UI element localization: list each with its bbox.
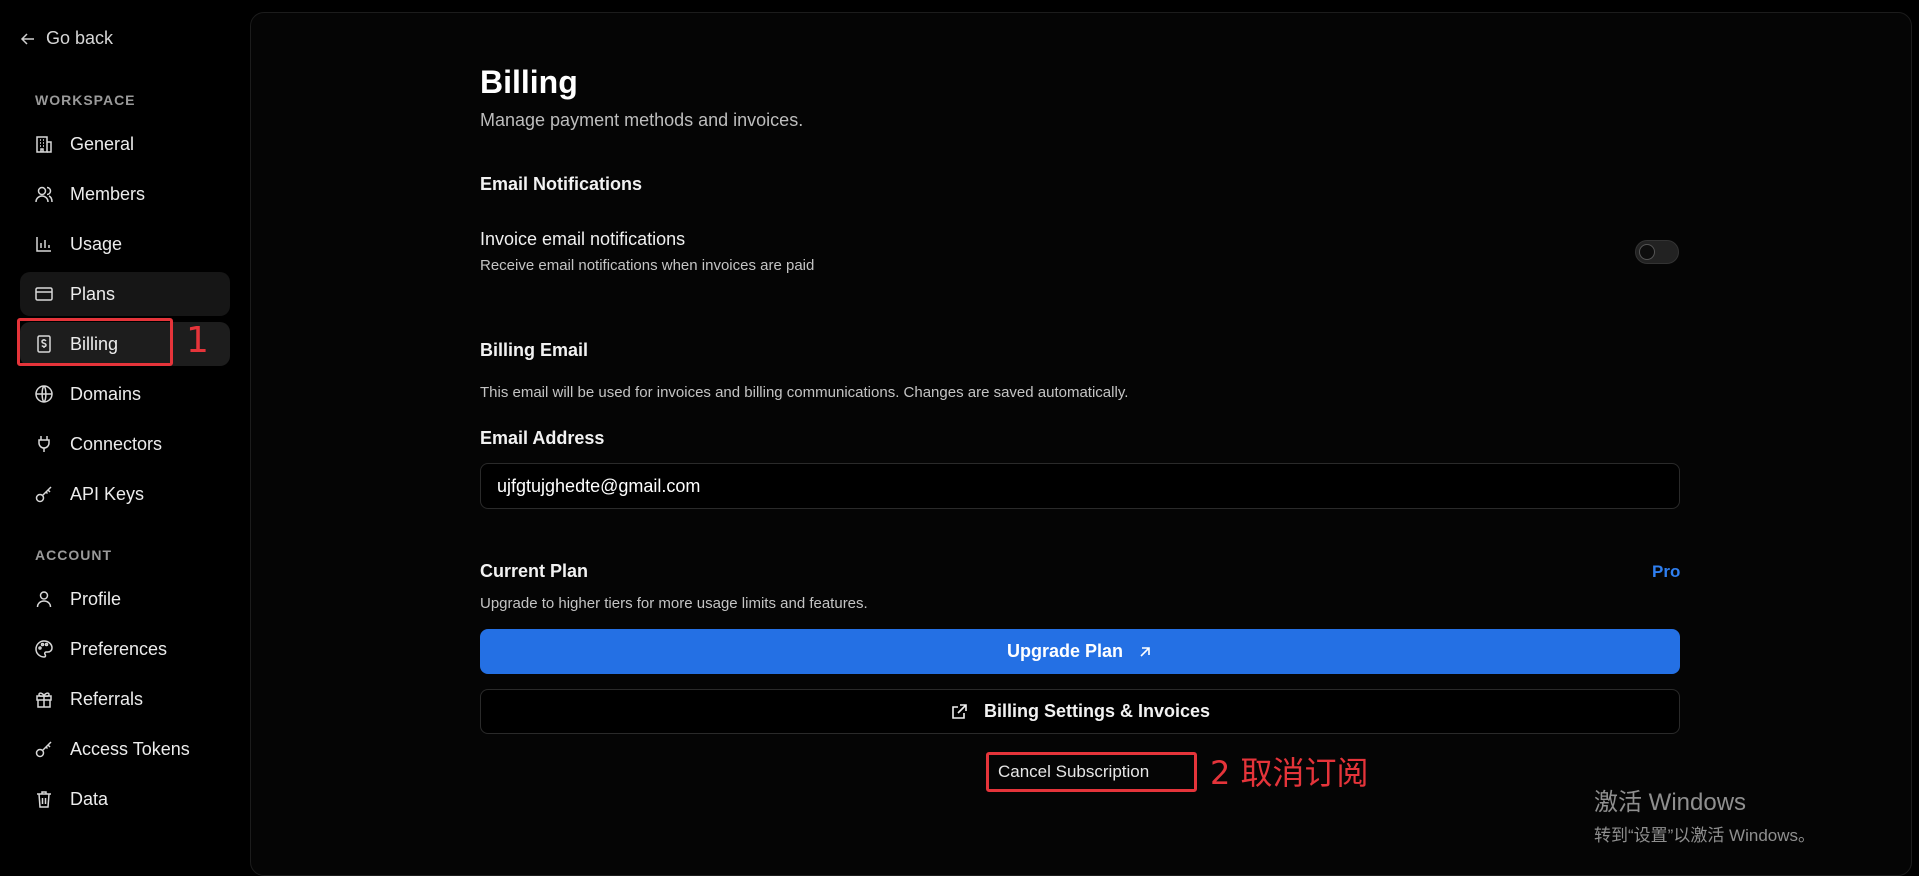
sidebar-item-label: Connectors — [70, 433, 163, 454]
dollar-receipt-icon — [37, 335, 51, 353]
sidebar-item-label: Members — [70, 183, 146, 204]
workspace-section-label: WORKSPACE — [35, 92, 136, 108]
account-section-label: ACCOUNT — [35, 547, 112, 563]
go-back-link[interactable]: Go back — [20, 28, 113, 49]
user-icon — [36, 591, 52, 608]
billing-email-heading: Billing Email — [480, 340, 589, 360]
cancel-subscription-button[interactable]: Cancel Subscription — [998, 762, 1149, 782]
sidebar-item-plans[interactable]: Plans — [20, 272, 230, 316]
billing-settings-button[interactable]: Billing Settings & Invoices — [480, 689, 1680, 734]
go-back-label: Go back — [46, 28, 114, 48]
sidebar-item-label: Referrals — [70, 688, 144, 709]
upgrade-plan-label: Upgrade Plan — [1006, 641, 1124, 661]
page-title: Billing — [480, 64, 578, 100]
email-address-label: Email Address — [480, 428, 605, 448]
upgrade-plan-button[interactable]: Upgrade Plan — [480, 629, 1680, 674]
gift-icon — [36, 692, 52, 708]
annotation-step2: 2 取消订阅 — [1210, 754, 1369, 792]
sidebar-item-label: Access Tokens — [70, 738, 190, 759]
email-notifications-heading: Email Notifications — [480, 174, 643, 194]
current-plan-heading: Current Plan — [480, 561, 589, 581]
sidebar-item-label: Usage — [70, 233, 123, 254]
sidebar-item-label: Plans — [70, 283, 116, 304]
palette-icon — [35, 640, 53, 658]
sidebar-item-label: Domains — [70, 383, 142, 404]
sidebar: Go back WORKSPACE General Members Usage … — [0, 0, 250, 874]
sidebar-item-label: Profile — [70, 588, 122, 609]
building-icon — [36, 136, 52, 153]
annotation-step1: 1 — [186, 320, 209, 361]
sidebar-item-access-tokens[interactable]: Access Tokens — [20, 727, 230, 771]
sidebar-item-data[interactable]: Data — [20, 777, 230, 821]
sidebar-item-connectors[interactable]: Connectors — [20, 422, 230, 466]
sidebar-item-profile[interactable]: Profile — [20, 577, 230, 621]
invoice-notifications-desc: Receive email notifications when invoice… — [480, 257, 815, 274]
arrow-left-icon — [20, 32, 34, 45]
sidebar-item-members[interactable]: Members — [20, 172, 230, 216]
watermark-line2: 转到“设置”以激活 Windows。 — [1594, 826, 1816, 845]
key-icon — [35, 741, 52, 758]
sidebar-item-domains[interactable]: Domains — [20, 372, 230, 416]
invoice-notifications-label: Invoice email notifications — [480, 229, 686, 249]
billing-settings-label: Billing Settings & Invoices — [983, 701, 1211, 721]
current-plan-badge: Pro — [1652, 562, 1681, 581]
current-plan-desc: Upgrade to higher tiers for more usage l… — [480, 595, 868, 612]
globe-icon — [35, 385, 53, 403]
users-icon — [35, 186, 53, 203]
windows-activation-watermark: 激活 Windows 转到“设置”以激活 Windows。 — [1594, 782, 1815, 846]
sidebar-item-usage[interactable]: Usage — [20, 222, 230, 266]
key-icon — [35, 486, 52, 503]
invoice-notifications-toggle[interactable] — [1635, 240, 1679, 264]
external-link-icon — [952, 703, 967, 719]
plug-icon — [38, 436, 50, 452]
sidebar-item-referrals[interactable]: Referrals — [20, 677, 230, 721]
sidebar-item-label: Billing — [70, 333, 119, 354]
bar-chart-icon — [36, 237, 51, 252]
sidebar-item-label: API Keys — [70, 483, 145, 504]
email-address-input[interactable] — [480, 463, 1680, 509]
sidebar-item-general[interactable]: General — [20, 122, 230, 166]
arrow-up-right-icon — [1140, 646, 1150, 657]
trash-icon — [37, 791, 51, 808]
billing-email-desc: This email will be used for invoices and… — [480, 384, 1129, 401]
sidebar-item-api-keys[interactable]: API Keys — [20, 472, 230, 516]
page-subtitle: Manage payment methods and invoices. — [480, 110, 804, 130]
toggle-knob — [1639, 244, 1655, 260]
sidebar-item-label: Preferences — [70, 638, 168, 659]
sidebar-item-label: General — [70, 133, 135, 154]
sidebar-item-preferences[interactable]: Preferences — [20, 627, 230, 671]
sidebar-item-label: Data — [70, 788, 109, 809]
credit-card-icon — [35, 287, 53, 301]
watermark-line1: 激活 Windows — [1594, 789, 1747, 816]
